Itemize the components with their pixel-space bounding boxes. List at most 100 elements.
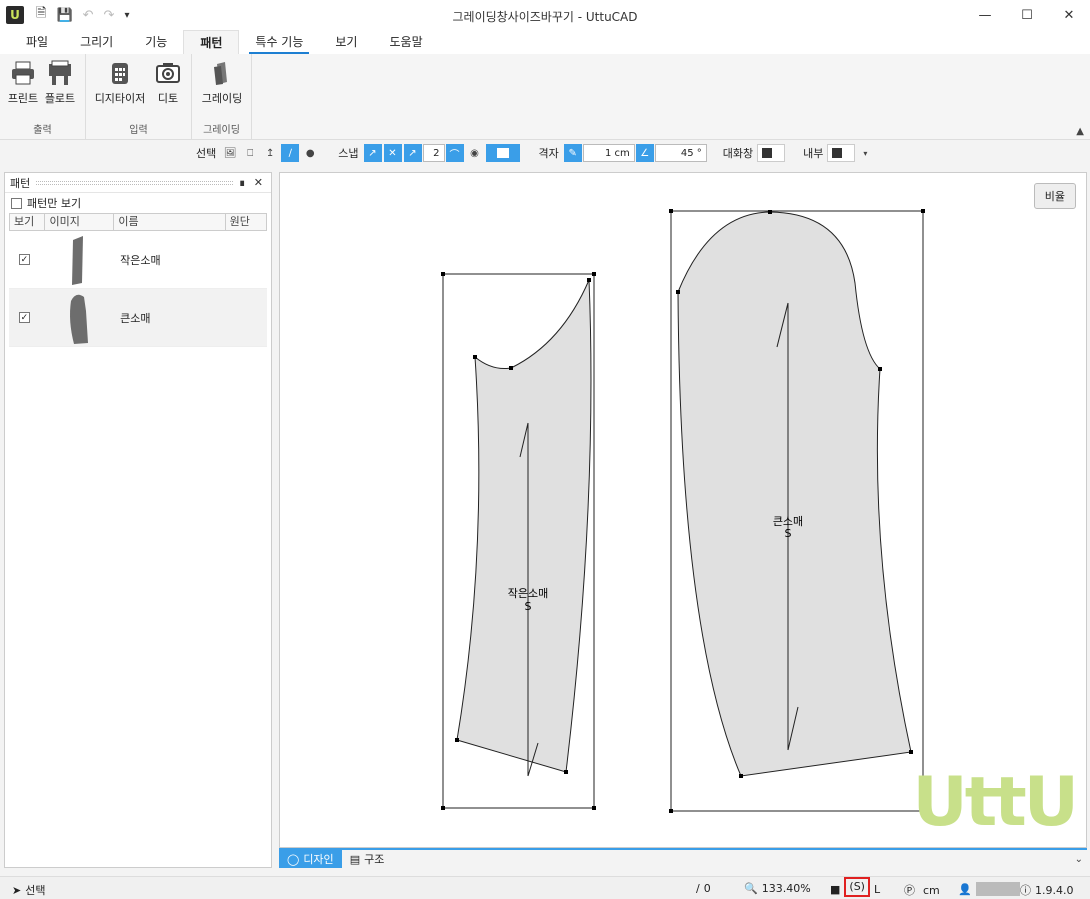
tab-special-function[interactable]: 특수 기능 (239, 30, 319, 54)
pin-icon[interactable]: ∎ (239, 176, 246, 189)
angle-input[interactable]: 45 ° (654, 144, 707, 162)
new-file-icon[interactable]: 🗎 (36, 4, 46, 26)
digitizer-button[interactable]: 디지타이저 (94, 60, 146, 106)
ribbon-panel: 프린트 플로트 출력 디지타이저 디토 입력 그레이딩 그레이딩 ▲ (0, 54, 1090, 140)
tab-structure[interactable]: ▤ 구조 (342, 850, 393, 868)
undo-icon[interactable]: ↶ (83, 8, 94, 23)
status-size-range[interactable]: ■ (S) L (830, 877, 880, 897)
pattern-panel-header: 패턴 ∎ ✕ (5, 173, 271, 193)
table-row[interactable]: ✓ 큰소매 (9, 289, 267, 347)
snap-intersect-icon[interactable]: ✕ (383, 144, 402, 162)
plot-button[interactable]: 플로트 (40, 60, 80, 106)
printer-icon (10, 60, 36, 86)
status-user[interactable]: 👤 (958, 882, 1020, 896)
snap-endpoint-icon[interactable]: ↗ (363, 144, 382, 162)
snap-curve-icon[interactable]: ⌒ (445, 144, 464, 162)
close-icon[interactable]: ✕ (1048, 0, 1090, 30)
chevron-down-icon[interactable]: ⌄ (1075, 854, 1083, 865)
select-polyline-icon[interactable]: ↥ (261, 144, 279, 162)
tab-design[interactable]: ◯ 디자인 (279, 850, 342, 868)
pattern-panel: 패턴 ∎ ✕ 패턴만 보기 보기 이미지 이름 원단 ✓ 작은소매 ✓ 큰소매 (4, 172, 272, 868)
status-zoom[interactable]: 🔍 133.40% (744, 882, 811, 895)
window-title: 그레이딩창사이즈바꾸기 - UttuCAD (452, 10, 638, 24)
tab-pattern[interactable]: 패턴 (183, 30, 240, 54)
canvas-drawing: 작은소매 S 큰소매 S (441, 209, 925, 813)
inner-label: 내부 (803, 147, 824, 160)
snap-center-icon[interactable]: ◉ (466, 144, 484, 162)
tab-help[interactable]: 도움말 (373, 30, 438, 54)
app-window: U 🗎 💾 ↶ ↷ ▾ 그레이딩창사이즈바꾸기 - UttuCAD — ☐ ✕ … (0, 0, 1090, 899)
table-row[interactable]: ✓ 작은소매 (9, 231, 267, 289)
toolstrip-overflow-icon[interactable]: ▾ (856, 144, 874, 162)
bottom-tabs: ◯ 디자인 ▤ 구조 ⌄ (279, 848, 1087, 868)
cursor-icon: ➤ (12, 883, 22, 897)
piece-outline (456, 279, 592, 773)
tab-function[interactable]: 기능 (129, 30, 183, 54)
size-range-l[interactable]: L (874, 883, 880, 896)
status-mode: ➤ 선택 (12, 883, 46, 898)
col-visible[interactable]: 보기 (10, 214, 46, 230)
col-name[interactable]: 이름 (114, 214, 226, 230)
ratio-button[interactable]: 비율 (1033, 183, 1076, 209)
ribbon-tabs: 파일 그리기 기능 패턴 특수 기능 보기 도움말 (0, 30, 1090, 54)
minimize-icon[interactable]: — (964, 0, 1006, 30)
row-name: 큰소매 (120, 311, 151, 325)
tab-view[interactable]: 보기 (319, 30, 373, 54)
group-label-input: 입력 (129, 125, 148, 136)
col-fabric[interactable]: 원단 (226, 214, 266, 230)
select-label: 선택 (196, 147, 217, 160)
ribbon-collapse-icon[interactable]: ▲ (1076, 126, 1084, 137)
select-line-icon[interactable]: ∕ (281, 144, 300, 162)
group-label-grading: 그레이딩 (203, 125, 240, 136)
snap-divide-icon[interactable]: ↗ (403, 144, 422, 162)
row-visible-checkbox[interactable]: ✓ (18, 312, 30, 323)
save-icon[interactable]: 💾 (56, 8, 72, 23)
grid-label: 격자 (538, 147, 559, 160)
grading-icon (209, 60, 235, 86)
angle-icon[interactable]: ∠ (635, 144, 654, 162)
size-label: S (525, 600, 532, 613)
tab-draw[interactable]: 그리기 (64, 30, 129, 54)
design-icon: ◯ (287, 852, 300, 866)
only-pattern-checkbox[interactable] (11, 197, 22, 209)
quick-access-toolbar: 🗎 💾 ↶ ↷ ▾ (36, 4, 129, 26)
only-pattern-toggle[interactable]: 패턴만 보기 (5, 193, 271, 213)
piece-small-sleeve: 작은소매 S (441, 272, 596, 810)
grading-button[interactable]: 그레이딩 (200, 60, 244, 106)
unit-icon: Ⓟ (904, 884, 915, 897)
group-label-output: 출력 (33, 125, 52, 136)
ditto-button[interactable]: 디토 (148, 60, 188, 106)
info-icon: ⓘ (1020, 884, 1031, 897)
panel-close-icon[interactable]: ✕ (254, 176, 263, 189)
size-range-s[interactable]: (S) (844, 877, 870, 897)
snap-rect-toggle[interactable] (485, 144, 520, 162)
maximize-icon[interactable]: ☐ (1006, 0, 1048, 30)
customize-icon[interactable]: ▾ (124, 10, 129, 21)
select-point-icon[interactable]: ● (301, 144, 319, 162)
print-button[interactable]: 프린트 (3, 60, 43, 106)
pattern-grid-header: 보기 이미지 이름 원단 (9, 213, 267, 231)
grid-size-input[interactable]: 1 cm (582, 144, 635, 162)
digitizer-icon (107, 60, 133, 86)
tab-file[interactable]: 파일 (10, 30, 64, 54)
redo-icon[interactable]: ↷ (104, 8, 115, 23)
snap-divide-input[interactable]: 2 (422, 144, 445, 162)
row-visible-checkbox[interactable]: ✓ (18, 254, 30, 265)
status-unit[interactable]: Ⓟ cm (904, 882, 940, 898)
zoom-icon: 🔍 (744, 882, 758, 895)
window-controls: — ☐ ✕ (964, 0, 1090, 30)
panel-grip[interactable] (36, 180, 233, 185)
size-label: S (785, 527, 792, 540)
plotter-icon (47, 60, 73, 86)
row-name: 작은소매 (120, 253, 161, 267)
select-piece-icon[interactable]: ⎕ (241, 144, 259, 162)
drawing-canvas[interactable]: 작은소매 S 큰소매 S 비율 UttU (279, 172, 1087, 848)
dialog-color-swatch[interactable] (757, 144, 786, 162)
grid-pencil-icon[interactable]: ✎ (563, 144, 582, 162)
title-bar: U 🗎 💾 ↶ ↷ ▾ 그레이딩창사이즈바꾸기 - UttuCAD — ☐ ✕ (0, 0, 1090, 30)
status-bar: ➤ 선택 ∕ 0 🔍 133.40% ■ (S) L Ⓟ cm 👤 ⓘ 1.9.… (0, 876, 1090, 899)
select-image-icon[interactable]: 🖼 (221, 144, 239, 162)
inner-color-swatch[interactable] (827, 144, 856, 162)
col-image[interactable]: 이미지 (45, 214, 115, 230)
group-output: 프린트 플로트 출력 (0, 54, 86, 140)
